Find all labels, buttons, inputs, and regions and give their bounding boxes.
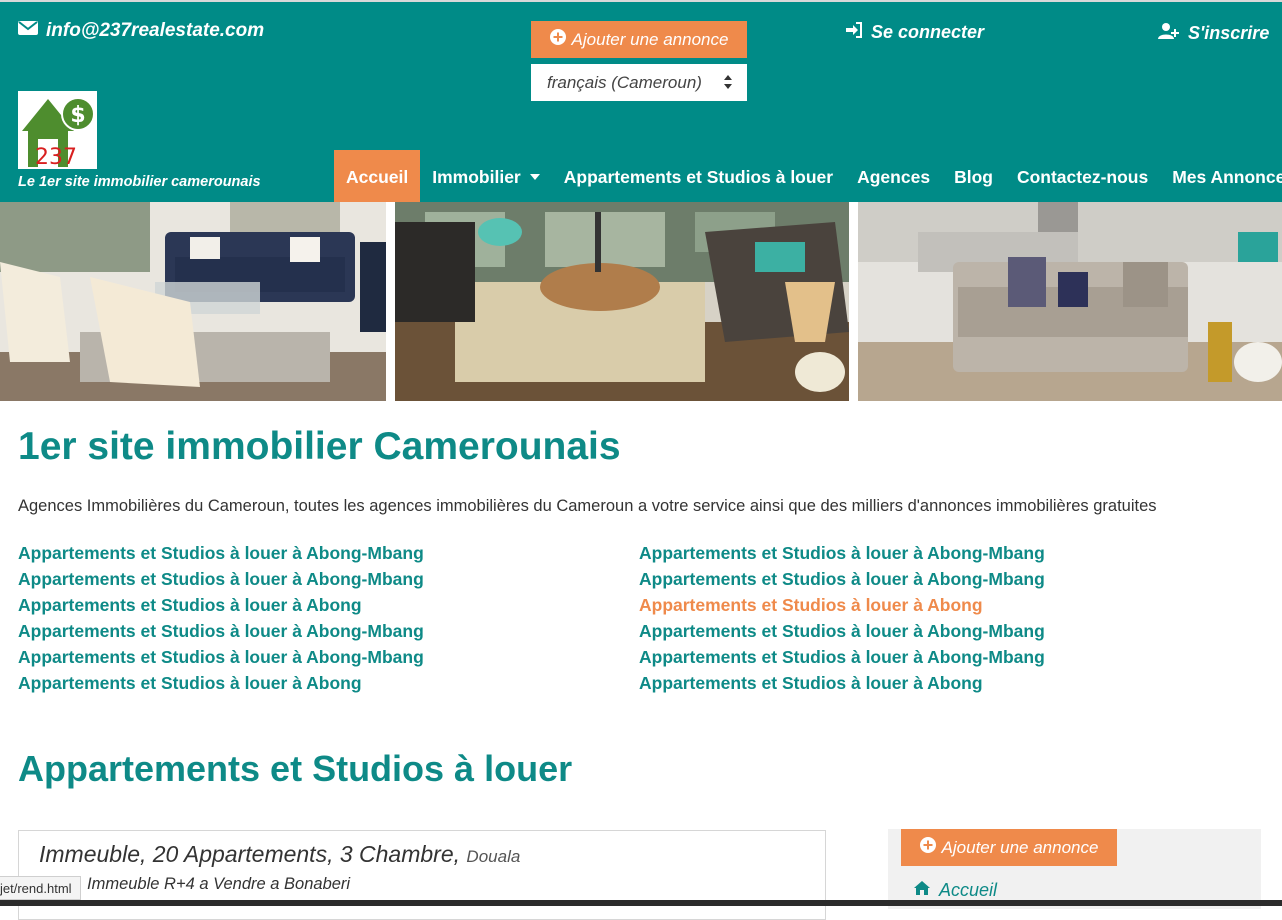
site-tagline: Le 1er site immobilier camerounais <box>18 174 261 190</box>
page-title: 1er site immobilier Camerounais <box>18 425 621 468</box>
city-link[interactable]: Appartements et Studios à louer à Abong-… <box>18 566 424 592</box>
home-icon <box>913 880 931 901</box>
logo-number: 237 <box>35 145 77 169</box>
sign-in-icon <box>845 22 863 43</box>
nav-item-contact[interactable]: Contactez-nous <box>1005 150 1160 204</box>
city-link[interactable]: Appartements et Studios à louer à Abong-… <box>639 644 1045 670</box>
email-link[interactable]: info@237realestate.com <box>18 20 264 42</box>
listing-title[interactable]: Immeuble, 20 Appartements, 3 Chambre, Do… <box>39 841 520 868</box>
sidebar: Ajouter une annonce Accueil <box>888 829 1261 909</box>
section-title: Appartements et Studios à louer <box>18 748 573 789</box>
city-link[interactable]: Appartements et Studios à louer à Abong-… <box>18 618 424 644</box>
add-listing-label: Ajouter une annonce <box>571 29 729 49</box>
add-listing-button[interactable]: Ajouter une annonce <box>531 21 747 58</box>
city-link[interactable]: Appartements et Studios à louer à Abong-… <box>639 618 1045 644</box>
city-links-left: Appartements et Studios à louer à Abong-… <box>18 540 424 696</box>
login-label: Se connecter <box>871 22 985 42</box>
nav-label: Mes Annonces <box>1172 166 1282 187</box>
nav-label: Immobilier <box>432 166 521 187</box>
nav-label: Appartements et Studios à louer <box>563 166 834 187</box>
nav-item-blog[interactable]: Blog <box>942 150 1005 204</box>
living-room-photo-2 <box>395 202 849 401</box>
listing-card[interactable]: Immeuble, 20 Appartements, 3 Chambre, Do… <box>18 830 826 920</box>
nav-label: Blog <box>954 166 993 187</box>
nav-item-appartements[interactable]: Appartements et Studios à louer <box>552 150 845 204</box>
user-plus-icon <box>1158 22 1180 45</box>
signup-label: S'inscrire <box>1188 23 1270 43</box>
envelope-icon <box>18 20 38 42</box>
city-link-hovered[interactable]: Appartements et Studios à louer à Abong <box>639 592 1045 618</box>
city-link[interactable]: Appartements et Studios à louer à Abong <box>18 592 424 618</box>
listing-title-text: Immeuble, 20 Appartements, 3 Chambre, <box>39 841 461 867</box>
site-header: info@237realestate.com Ajouter une annon… <box>0 0 1282 204</box>
nav-item-mes-annonces[interactable]: Mes Annonces <box>1160 150 1282 204</box>
browser-status-url: jet/rend.html <box>0 876 81 900</box>
svg-text:$: $ <box>70 103 85 128</box>
login-link[interactable]: Se connecter <box>845 22 984 43</box>
listing-city: Douala <box>466 847 521 866</box>
nav-label: Agences <box>857 166 931 187</box>
select-arrows-icon <box>723 74 733 90</box>
nav-item-agences[interactable]: Agences <box>845 150 942 204</box>
nav-item-immobilier[interactable]: Immobilier <box>420 150 552 204</box>
city-links-right: Appartements et Studios à louer à Abong-… <box>639 540 1045 696</box>
email-text: info@237realestate.com <box>46 20 265 41</box>
nav-label: Accueil <box>346 166 409 187</box>
city-link[interactable]: Appartements et Studios à louer à Abong-… <box>639 566 1045 592</box>
caret-down-icon <box>529 174 540 180</box>
main-nav: Accueil Immobilier Appartements et Studi… <box>334 150 1282 204</box>
sidebar-home-link[interactable]: Accueil <box>913 880 997 901</box>
signup-link[interactable]: S'inscrire <box>1158 22 1269 45</box>
city-link[interactable]: Appartements et Studios à louer à Abong-… <box>18 644 424 670</box>
city-link[interactable]: Appartements et Studios à louer à Abong-… <box>18 540 424 566</box>
living-room-photo-1 <box>0 202 386 401</box>
listing-subtitle: Immeuble R+4 a Vendre a Bonaberi <box>87 875 351 893</box>
city-link[interactable]: Appartements et Studios à louer à Abong <box>639 670 1045 696</box>
language-value: français (Cameroun) <box>547 72 702 92</box>
living-room-photo-3 <box>858 202 1282 401</box>
hero-banner <box>0 202 1282 401</box>
nav-label: Contactez-nous <box>1016 166 1149 187</box>
city-link[interactable]: Appartements et Studios à louer à Abong-… <box>639 540 1045 566</box>
bottom-scrollbar[interactable] <box>0 900 1282 906</box>
sidebar-add-listing-label: Ajouter une annonce <box>941 837 1099 857</box>
city-link[interactable]: Appartements et Studios à louer à Abong <box>18 670 424 696</box>
plus-circle-icon <box>919 837 936 858</box>
language-select[interactable]: français (Cameroun) <box>531 64 747 101</box>
intro-text: Agences Immobilières du Cameroun, toutes… <box>18 497 1157 515</box>
sidebar-add-listing-button[interactable]: Ajouter une annonce <box>901 829 1117 866</box>
nav-item-accueil[interactable]: Accueil <box>334 150 421 204</box>
plus-circle-icon <box>549 29 566 50</box>
site-logo[interactable]: $ 237 <box>18 91 97 170</box>
sidebar-home-label: Accueil <box>939 880 998 900</box>
